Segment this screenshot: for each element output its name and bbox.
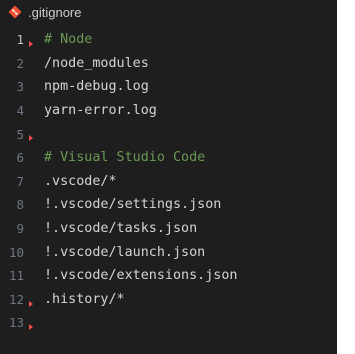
code-text: /node_modules: [44, 55, 149, 71]
editor-line[interactable]: 1 # Node: [0, 28, 337, 52]
code-text: .history/*: [44, 291, 125, 307]
line-number: 5: [16, 126, 24, 142]
editor-line[interactable]: 11 !.vscode/extensions.json: [0, 264, 337, 288]
editor-line[interactable]: 12 .history/*: [0, 288, 337, 312]
line-number: 4: [16, 103, 24, 119]
line-number: 12: [8, 291, 24, 307]
code-text: yarn-error.log: [44, 103, 157, 119]
line-number: 3: [16, 79, 24, 95]
editor-line[interactable]: 13: [0, 311, 337, 335]
editor-line[interactable]: 10 !.vscode/launch.json: [0, 240, 337, 264]
code-text: npm-debug.log: [44, 79, 149, 95]
line-number: 1: [16, 32, 24, 48]
line-number: 11: [8, 268, 24, 284]
editor-line[interactable]: 7 .vscode/*: [0, 170, 337, 194]
editor-line[interactable]: 2/node_modules: [0, 52, 337, 76]
file-tab[interactable]: .gitignore: [0, 0, 337, 26]
editor-line[interactable]: 3 npm-debug.log: [0, 75, 337, 99]
code-comment: # Visual Studio Code: [44, 150, 206, 166]
editor-line[interactable]: 5: [0, 122, 337, 146]
change-marker-icon: [29, 41, 33, 47]
change-marker-icon: [29, 324, 33, 331]
editor-line[interactable]: 8 !.vscode/settings.json: [0, 193, 337, 217]
line-number: 2: [16, 55, 24, 71]
change-marker-icon: [29, 135, 33, 142]
file-tab-title: .gitignore: [28, 5, 82, 20]
code-editor[interactable]: .gitignore 1 # Node 2/node_modules 3 npm-deb…: [0, 0, 337, 354]
line-number: 6: [16, 150, 24, 166]
code-text: !.vscode/launch.json: [44, 244, 206, 260]
git-diamond-icon: [8, 5, 22, 19]
line-number: 10: [8, 244, 24, 260]
code-text: .vscode/*: [44, 173, 117, 189]
line-number: 8: [16, 197, 24, 213]
code-text: !.vscode/extensions.json: [44, 268, 238, 284]
line-number: 13: [8, 315, 24, 331]
line-number: 9: [16, 221, 24, 237]
editor-line[interactable]: 6 # Visual Studio Code: [0, 146, 337, 170]
line-number: 7: [16, 173, 24, 189]
editor-lines[interactable]: 1 # Node 2/node_modules 3 npm-debug.log 4 yarn…: [0, 28, 337, 335]
code-text: !.vscode/tasks.json: [44, 221, 198, 237]
change-marker-icon: [29, 300, 33, 307]
editor-line[interactable]: 9 !.vscode/tasks.json: [0, 217, 337, 241]
editor-line[interactable]: 4 yarn-error.log: [0, 99, 337, 123]
code-text: !.vscode/settings.json: [44, 197, 222, 213]
code-comment: # Node: [44, 32, 93, 48]
